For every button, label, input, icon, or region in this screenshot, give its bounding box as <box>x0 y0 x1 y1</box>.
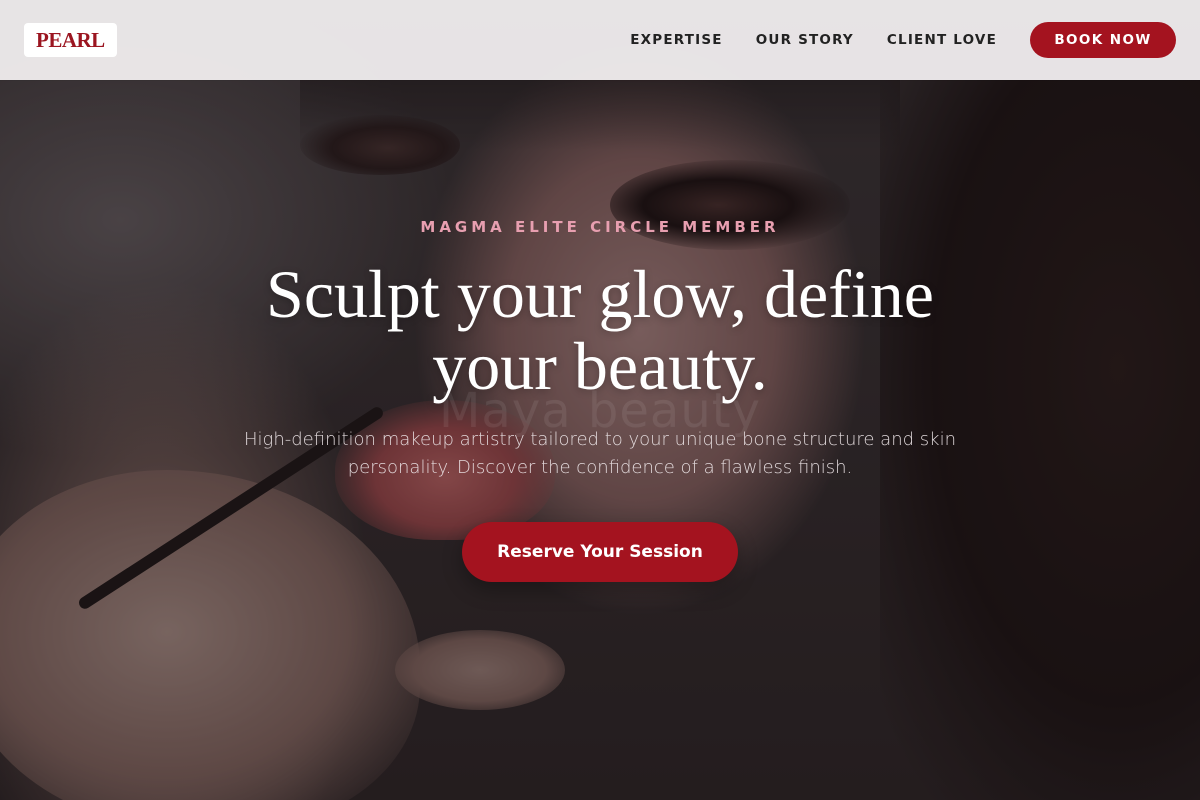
hero-eyebrow: MAGMA ELITE CIRCLE MEMBER <box>420 218 780 236</box>
hero-headline: Sculpt your glow, define your beauty. <box>266 256 934 404</box>
hero-subtitle: High-definition makeup artistry tailored… <box>244 429 956 478</box>
reserve-session-button[interactable]: Reserve Your Session <box>462 522 738 582</box>
hero-section: MAGMA ELITE CIRCLE MEMBER Maya beauty Sc… <box>0 0 1200 800</box>
